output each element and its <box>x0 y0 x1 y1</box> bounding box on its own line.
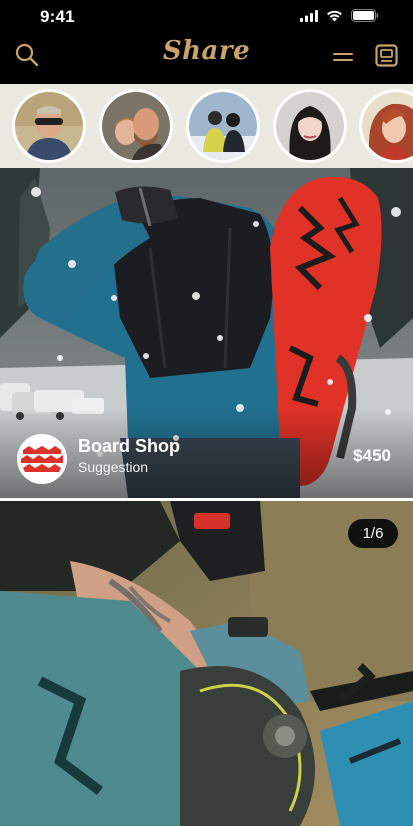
board-shop-logo-icon <box>17 434 67 484</box>
story-avatar[interactable] <box>99 89 173 163</box>
shop-logo[interactable] <box>17 434 67 484</box>
story-photo <box>102 92 170 160</box>
story-photo <box>276 92 344 160</box>
story-photo <box>15 92 83 160</box>
app-header: Share <box>0 34 413 84</box>
feed-icon[interactable] <box>375 44 398 67</box>
post-card[interactable] <box>0 501 413 826</box>
story-photo <box>189 92 257 160</box>
status-bar: 9:41 <box>0 0 413 34</box>
battery-icon <box>351 9 379 22</box>
post-photo <box>0 501 413 826</box>
status-icons <box>300 9 379 22</box>
stories-row <box>0 84 413 168</box>
story-avatar[interactable] <box>12 89 86 163</box>
story-avatar[interactable] <box>186 89 260 163</box>
post-price[interactable]: $450 <box>353 446 391 466</box>
story-avatar[interactable] <box>359 89 413 163</box>
story-photo <box>362 92 413 160</box>
shop-name[interactable]: Board Shop <box>78 436 180 457</box>
image-counter-badge: 1/6 <box>348 519 398 548</box>
status-time: 9:41 <box>40 7 75 26</box>
story-avatar[interactable] <box>273 89 347 163</box>
signal-icon <box>300 9 318 22</box>
menu-icon[interactable] <box>333 52 353 62</box>
post-subtitle: Suggestion <box>78 459 149 475</box>
wifi-icon <box>327 10 342 21</box>
